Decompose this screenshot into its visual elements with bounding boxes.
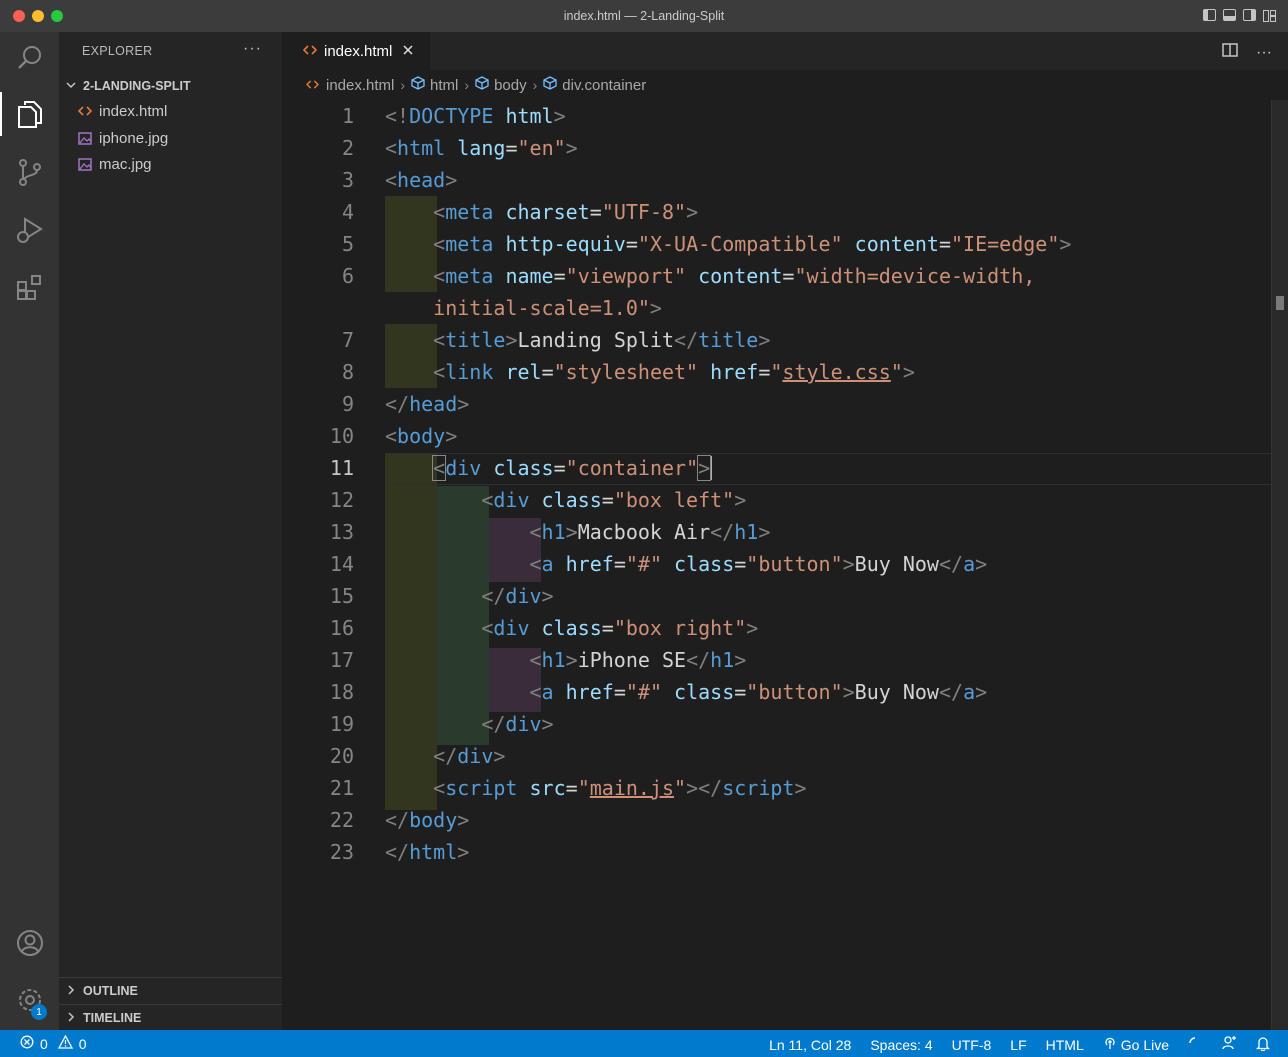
line-numbers: 1 2 3 4 5 6 7 8 9 10 11 12 13 14 15 16 1… — [329, 104, 354, 864]
breadcrumb: index.html › html › body › div.container — [282, 70, 1288, 100]
settings-gear-icon[interactable]: 1 — [0, 974, 59, 1026]
close-icon[interactable] — [402, 43, 414, 60]
timeline-section[interactable]: TIMELINE — [59, 1004, 282, 1031]
chevron-right-icon: › — [464, 77, 470, 93]
outline-section[interactable]: OUTLINE — [59, 977, 282, 1004]
file-item-mac-jpg[interactable]: mac.jpg — [77, 151, 152, 177]
toggle-secondary-sidebar-icon[interactable] — [1243, 9, 1256, 21]
file-item-iphone-jpg[interactable]: iphone.jpg — [77, 125, 168, 151]
go-live-button[interactable]: Go Live — [1103, 1036, 1169, 1053]
file-item-index-html[interactable]: index.html — [77, 98, 167, 124]
breadcrumb-item-body[interactable]: body — [475, 76, 527, 94]
toggle-panel-icon[interactable] — [1223, 9, 1236, 21]
html-file-icon — [305, 77, 320, 94]
chevron-down-icon — [65, 79, 77, 94]
editor-tabs: index.html ··· — [282, 32, 1288, 70]
status-bar: 0 0 Ln 11, Col 28 Spaces: 4 UTF-8 LF HTM… — [0, 1030, 1288, 1057]
sync-spinner-icon — [1188, 1036, 1202, 1053]
folder-name: 2-LANDING-SPLIT — [83, 79, 191, 93]
source-control-icon[interactable] — [0, 146, 59, 198]
explorer-icon[interactable] — [0, 88, 59, 140]
customize-layout-icon[interactable] — [1263, 9, 1276, 22]
html-file-icon — [77, 103, 93, 119]
breadcrumb-item-div-container[interactable]: div.container — [543, 76, 646, 94]
error-icon — [20, 1035, 34, 1052]
search-icon[interactable] — [0, 32, 59, 84]
language-mode[interactable]: HTML — [1046, 1037, 1084, 1053]
symbol-element-icon — [411, 76, 425, 94]
warning-icon — [57, 1034, 73, 1052]
activity-bar: 1 — [0, 32, 59, 1030]
symbol-element-icon — [475, 76, 489, 94]
symbol-element-icon — [543, 76, 557, 94]
broadcast-icon — [1103, 1036, 1117, 1053]
breadcrumb-item-file[interactable]: index.html — [305, 77, 394, 94]
breadcrumb-item-html[interactable]: html — [411, 76, 458, 94]
image-file-icon — [77, 130, 93, 146]
chevron-right-icon: › — [400, 77, 406, 93]
folder-root[interactable]: 2-LANDING-SPLIT — [65, 75, 191, 97]
code-content: <!DOCTYPE html> <html lang="en"> <head> … — [385, 104, 1072, 864]
problems-indicator[interactable]: 0 0 — [20, 1034, 87, 1052]
chevron-right-icon: › — [532, 77, 538, 93]
image-file-icon — [77, 156, 93, 172]
cursor-position[interactable]: Ln 11, Col 28 — [769, 1037, 851, 1053]
html-file-icon — [302, 43, 318, 60]
explorer-sidebar: EXPLORER ··· 2-LANDING-SPLIT index.html … — [59, 32, 282, 1030]
end-of-line[interactable]: LF — [1010, 1037, 1026, 1053]
more-actions-icon[interactable]: ··· — [1256, 44, 1272, 62]
encoding[interactable]: UTF-8 — [952, 1037, 992, 1053]
indentation[interactable]: Spaces: 4 — [870, 1037, 932, 1053]
explorer-title: EXPLORER — [82, 44, 153, 58]
tab-index-html[interactable]: index.html — [282, 32, 430, 70]
chevron-right-icon — [65, 1011, 77, 1026]
run-debug-icon[interactable] — [0, 204, 59, 256]
accounts-icon[interactable] — [0, 917, 59, 969]
tab-label: index.html — [324, 42, 393, 60]
extensions-icon[interactable] — [0, 262, 59, 314]
notifications-bell-icon[interactable] — [1255, 1036, 1271, 1054]
split-editor-icon[interactable] — [1222, 42, 1238, 63]
chevron-right-icon — [65, 984, 77, 999]
vertical-scrollbar[interactable] — [1271, 100, 1288, 1030]
feedback-icon[interactable] — [1221, 1035, 1237, 1054]
title-bar: index.html — 2-Landing-Split — [0, 0, 1288, 32]
code-editor[interactable]: 1 2 3 4 5 6 7 8 9 10 11 12 13 14 15 16 1… — [282, 100, 1272, 1030]
scrollbar-cursor-marker — [1276, 296, 1284, 310]
window-title: index.html — 2-Landing-Split — [563, 9, 725, 23]
more-actions-icon[interactable]: ··· — [243, 40, 262, 58]
toggle-sidebar-icon[interactable] — [1203, 9, 1216, 21]
settings-badge: 1 — [31, 1004, 47, 1020]
